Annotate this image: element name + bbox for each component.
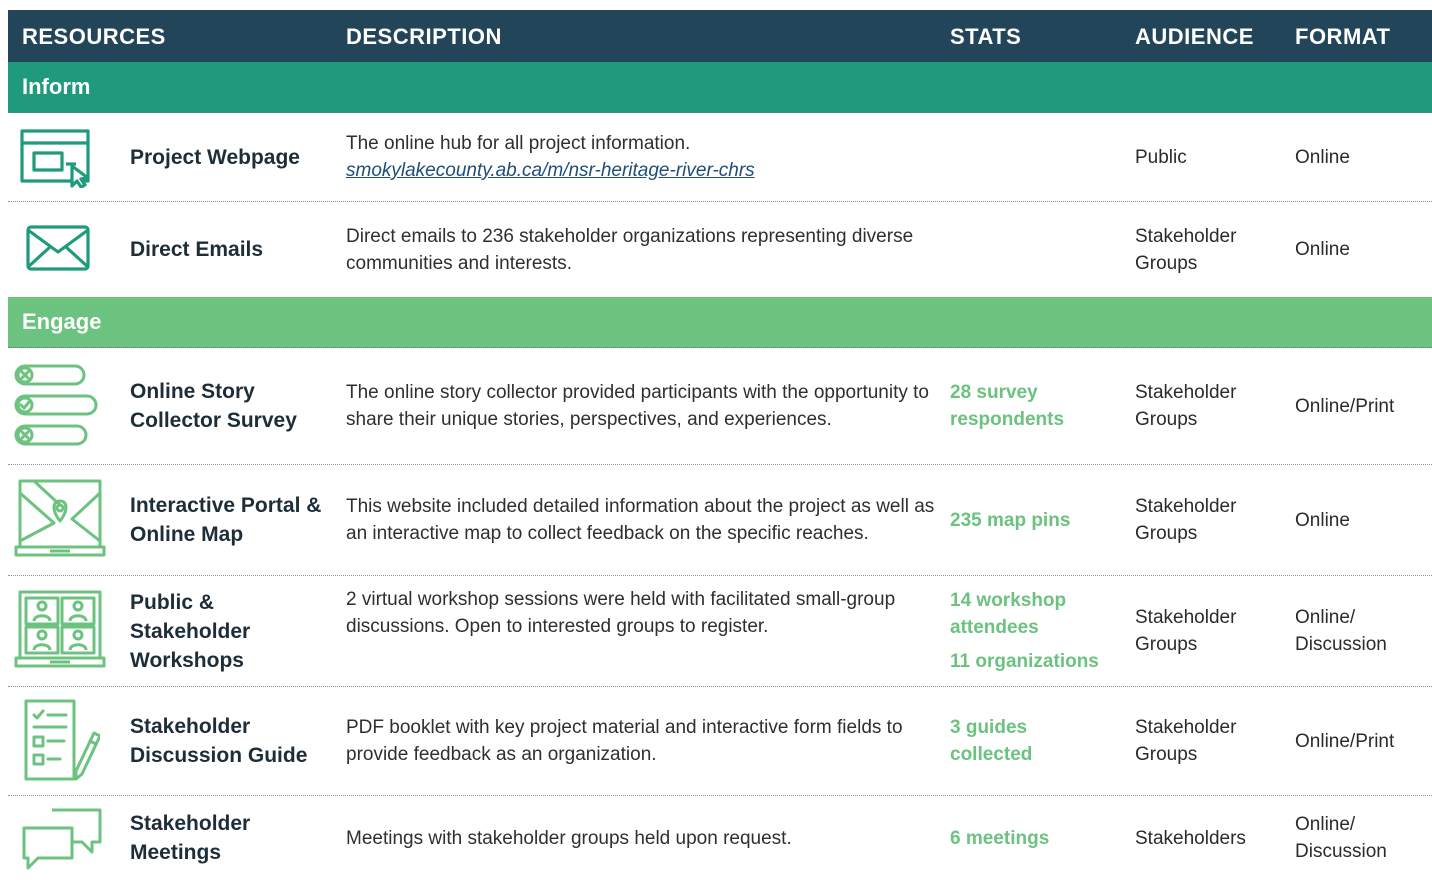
format-value: Online [1295,239,1350,260]
table-row: Interactive Portal & Online Map This web… [8,465,1432,576]
table-row: Direct Emails Direct emails to 236 stake… [8,202,1432,298]
header-stats: STATS [950,24,1022,49]
table-header: RESOURCES DESCRIPTION STATS AUDIENCE FOR… [8,10,1432,62]
envelope-icon [14,224,100,274]
header-audience: AUDIENCE [1135,24,1254,49]
table-row: Stakeholder Meetings Meetings with stake… [8,796,1432,880]
format-value: Online/ Discussion [1295,814,1387,862]
resource-description: Meetings with stakeholder groups held up… [346,827,792,849]
stat-value: 235 map pins [950,509,1071,531]
resource-description: PDF booklet with key project material an… [346,717,903,765]
laptop-map-pin-icon [14,479,106,561]
stat-value: 11 organizations [950,651,1099,672]
resource-name: Direct Emails [130,238,264,261]
stat-value: 28 survey respondents [950,382,1065,430]
section-label: Inform [22,74,91,99]
resource-description: 2 virtual workshop sessions were held wi… [346,589,896,637]
survey-checklist-icon [14,362,100,448]
stat-value: 14 workshop attendees [950,590,1067,638]
webpage-cursor-icon [14,128,100,188]
header-resources: RESOURCES [22,24,166,49]
stat-value: 3 guides collected [950,717,1033,765]
resource-description: The online hub for all project informati… [346,133,691,154]
section-inform: Inform [8,62,1432,113]
header-format: FORMAT [1295,24,1391,49]
section-label: Engage [22,309,102,334]
resource-name: Public & Stakeholder Workshops [130,590,251,672]
table-row: Online Story Collector Survey The online… [8,348,1432,465]
resource-name: Project Webpage [130,145,300,169]
audience-value: Public [1135,146,1187,168]
audience-value: Stakeholder Groups [1135,382,1237,430]
audience-value: Stakeholder Groups [1135,717,1237,765]
table-row: Public & Stakeholder Workshops 2 virtual… [8,576,1432,687]
resource-name: Stakeholder Discussion Guide [130,715,308,767]
resource-name: Stakeholder Meetings [130,812,251,864]
resource-name: Interactive Portal & Online Map [130,494,322,546]
format-value: Online/Print [1295,730,1395,752]
section-engage: Engage [8,297,1432,348]
resource-description: The online story collector provided part… [346,382,929,430]
table-row: Stakeholder Discussion Guide PDF booklet… [8,687,1432,796]
audience-value: Stakeholder Groups [1135,496,1237,544]
audience-value: Stakeholder Groups [1135,607,1237,655]
format-value: Online/Print [1295,395,1395,417]
project-webpage-link[interactable]: smokylakecounty.ab.ca/m/nsr-heritage-riv… [346,157,755,184]
format-value: Online/ Discussion [1295,607,1387,655]
audience-value: Stakeholder Groups [1135,225,1237,274]
speech-bubbles-icon [22,808,102,872]
stat-value: 6 meetings [950,827,1050,849]
laptop-video-meeting-icon [14,590,106,672]
format-value: Online [1295,146,1350,168]
resource-description: Direct emails to 236 stakeholder organiz… [346,225,914,274]
resource-description: This website included detailed informati… [346,496,935,544]
document-pencil-icon [24,699,100,781]
header-description: DESCRIPTION [346,24,502,49]
audience-value: Stakeholders [1135,827,1246,849]
table-row: Project Webpage The online hub for all p… [8,113,1432,202]
resource-name: Online Story Collector Survey [130,380,297,432]
format-value: Online [1295,509,1350,531]
